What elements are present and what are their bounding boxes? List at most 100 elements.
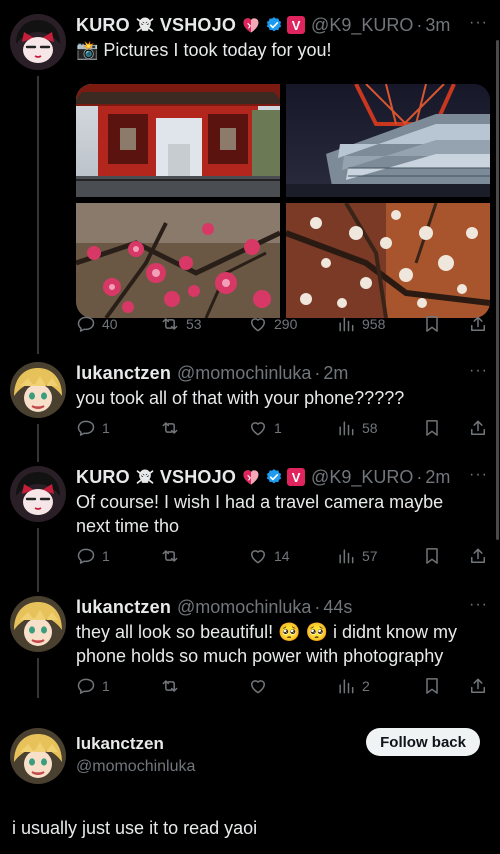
- profile-bio: i usually just use it to read yaoi: [12, 818, 258, 838]
- display-name[interactable]: lukanctzen: [76, 363, 171, 384]
- heart-icon: [248, 676, 268, 696]
- share-button[interactable]: [468, 676, 488, 696]
- separator-dot: ·: [314, 596, 321, 617]
- photo-grid[interactable]: [76, 84, 490, 318]
- repost-icon: [160, 546, 180, 566]
- avatar[interactable]: [10, 14, 66, 70]
- share-button[interactable]: [468, 314, 488, 334]
- share-button[interactable]: [468, 546, 488, 566]
- share-icon: [468, 314, 488, 334]
- bookmark-icon: [422, 676, 442, 696]
- tweet[interactable]: KURO VSHOJO V @K9_KURO · 3m ··· 📸 Pictur…: [0, 14, 500, 354]
- like-count: 290: [274, 316, 298, 332]
- tweet[interactable]: lukanctzen @momochinluka · 44s ··· they …: [0, 596, 500, 706]
- vshojo-badge-icon: V: [287, 468, 306, 486]
- reply-icon: [76, 676, 96, 696]
- display-name[interactable]: KURO: [76, 15, 130, 36]
- tweet-text: 📸 Pictures I took today for you!: [76, 40, 332, 60]
- views-icon: [336, 418, 356, 438]
- display-name-suffix[interactable]: VSHOJO: [160, 467, 236, 488]
- views-count: 58: [362, 420, 378, 436]
- tweet-header: lukanctzen @momochinluka · 44s ···: [76, 596, 488, 618]
- reply-button[interactable]: 1: [76, 546, 110, 566]
- vshojo-badge-icon: V: [287, 16, 306, 34]
- thread-line: [37, 76, 39, 354]
- heart-badge-icon: [241, 15, 261, 35]
- timestamp[interactable]: 3m: [425, 15, 450, 36]
- timestamp[interactable]: 44s: [323, 597, 352, 618]
- reply-button[interactable]: 40: [76, 314, 118, 334]
- share-button[interactable]: [468, 418, 488, 438]
- repost-icon: [160, 314, 180, 334]
- views-button[interactable]: 958: [336, 314, 385, 334]
- tweet-actions: 1 2: [76, 676, 488, 698]
- like-button[interactable]: 14: [248, 546, 290, 566]
- more-options-icon[interactable]: ···: [469, 14, 488, 32]
- skull-crossbones-icon: [135, 15, 155, 35]
- thread-line: [37, 528, 39, 592]
- bookmark-icon: [422, 546, 442, 566]
- avatar[interactable]: [10, 466, 66, 522]
- reply-count: 1: [102, 420, 110, 436]
- views-count: 2: [362, 678, 370, 694]
- repost-button[interactable]: [160, 546, 180, 566]
- display-name[interactable]: lukanctzen: [76, 597, 171, 618]
- like-button[interactable]: [248, 676, 268, 696]
- views-button[interactable]: 2: [336, 676, 370, 696]
- profile-avatar[interactable]: [10, 728, 66, 784]
- heart-badge-icon: [241, 467, 261, 487]
- tweet[interactable]: lukanctzen @momochinluka · 2m ··· you to…: [0, 362, 500, 462]
- reply-icon: [76, 418, 96, 438]
- repost-icon: [160, 418, 180, 438]
- profile-handle[interactable]: @momochinluka: [76, 758, 195, 776]
- follow-back-button[interactable]: Follow back: [366, 728, 480, 756]
- verified-badge-icon: [265, 468, 283, 486]
- handle[interactable]: @momochinluka: [177, 363, 311, 384]
- reply-icon: [76, 314, 96, 334]
- display-name-suffix[interactable]: VSHOJO: [160, 15, 236, 36]
- repost-button[interactable]: [160, 676, 180, 696]
- tweet-text: you took all of that with your phone????…: [76, 388, 405, 408]
- reply-button[interactable]: 1: [76, 418, 110, 438]
- bookmark-button[interactable]: [422, 676, 442, 696]
- timestamp[interactable]: 2m: [323, 363, 348, 384]
- avatar[interactable]: [10, 362, 66, 418]
- more-options-icon[interactable]: ···: [469, 362, 488, 380]
- bookmark-button[interactable]: [422, 546, 442, 566]
- handle[interactable]: @K9_KURO: [311, 467, 413, 488]
- handle[interactable]: @K9_KURO: [311, 15, 413, 36]
- photo-tower[interactable]: [286, 84, 490, 197]
- views-button[interactable]: 57: [336, 546, 378, 566]
- like-button[interactable]: 1: [248, 418, 282, 438]
- skull-crossbones-icon: [135, 467, 155, 487]
- verified-badge-icon: [265, 16, 283, 34]
- timestamp[interactable]: 2m: [425, 467, 450, 488]
- separator-dot: ·: [314, 362, 321, 383]
- reply-count: 1: [102, 548, 110, 564]
- display-name[interactable]: KURO: [76, 467, 130, 488]
- repost-button[interactable]: [160, 418, 180, 438]
- bookmark-button[interactable]: [422, 418, 442, 438]
- handle[interactable]: @momochinluka: [177, 597, 311, 618]
- tweet-actions: 1 14 57: [76, 546, 488, 568]
- avatar[interactable]: [10, 596, 66, 652]
- more-options-icon[interactable]: ···: [469, 596, 488, 614]
- reply-count: 1: [102, 678, 110, 694]
- views-count: 958: [362, 316, 386, 332]
- bookmark-button[interactable]: [422, 314, 442, 334]
- tweet[interactable]: KURO VSHOJO V @K9_KURO · 2m ··· Of cours…: [0, 466, 500, 592]
- thread-line: [37, 658, 39, 698]
- reply-button[interactable]: 1: [76, 676, 110, 696]
- reply-count: 40: [102, 316, 118, 332]
- profile-display-name[interactable]: lukanctzen: [76, 734, 164, 754]
- photo-temple-gate[interactable]: [76, 84, 284, 197]
- separator-dot: ·: [416, 466, 423, 487]
- photo-plum-blossoms[interactable]: [76, 203, 282, 318]
- repost-icon: [160, 676, 180, 696]
- tweet-text: they all look so beautiful! 🥺 🥺 i didnt …: [76, 622, 457, 666]
- like-button[interactable]: 290: [248, 314, 297, 334]
- more-options-icon[interactable]: ···: [469, 466, 488, 484]
- repost-button[interactable]: 53: [160, 314, 202, 334]
- views-button[interactable]: 58: [336, 418, 378, 438]
- photo-white-blossoms[interactable]: [284, 201, 490, 318]
